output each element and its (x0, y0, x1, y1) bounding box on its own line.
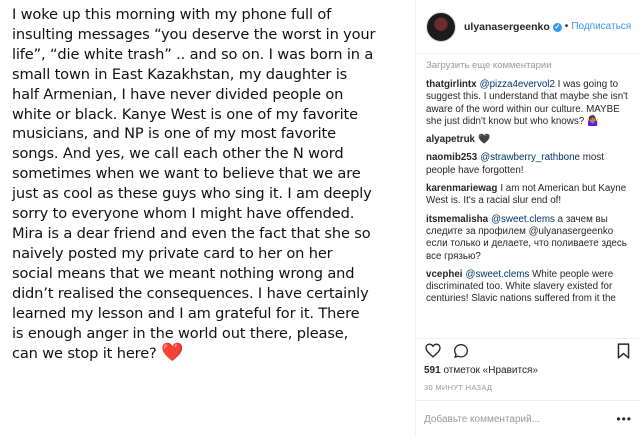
likes-count[interactable]: 591 отметок «Нравится» (424, 365, 538, 376)
red-heart-icon: ❤️ (161, 342, 184, 364)
comment-item: vcephei @sweet.clems White people were di… (426, 269, 632, 306)
likes-number: 591 (424, 365, 441, 376)
comment-username[interactable]: thatgirlintx (426, 79, 477, 90)
comments-list: Загрузить еще комментарии thatgirlintx @p… (416, 54, 640, 306)
follow-button[interactable]: Подписаться (571, 21, 631, 32)
comment-username[interactable]: vcephei (426, 269, 463, 280)
comments-sidebar: ulyanasergeenko ✓ • Подписаться Загрузить… (416, 0, 640, 437)
comment-mention[interactable]: @sweet.clems (491, 214, 555, 225)
comment-item: alyapetruk 🖤 (426, 134, 632, 146)
comment-mention[interactable]: @pizza4evervol2 (480, 79, 555, 90)
verified-badge-icon: ✓ (552, 22, 562, 32)
comment-username[interactable]: alyapetruk (426, 134, 475, 145)
more-options-icon[interactable]: ••• (616, 412, 632, 426)
comment-item: naomib253 @strawberry_rathbone most peopl… (426, 152, 632, 177)
comment-text: 🖤 (478, 134, 491, 146)
comment-item: itsmemalisha @sweet.clems а зачем вы след… (426, 214, 632, 263)
comment-item: thatgirlintx @pizza4evervol2 I was going … (426, 79, 632, 128)
comment-input[interactable] (424, 413, 614, 425)
post-timestamp[interactable]: 30 МИНУТ НАЗАД (424, 383, 492, 392)
post-caption-image-text: I woke up this morning with my phone ful… (12, 5, 407, 364)
likes-label: отметок «Нравится» (443, 365, 538, 376)
header-separator: • (564, 21, 569, 32)
comment-mention[interactable]: @sweet.clems (466, 269, 530, 280)
post-image: I woke up this morning with my phone ful… (0, 0, 415, 437)
comment-item: karenmariewag I am not American but Kayne… (426, 183, 632, 208)
comment-username[interactable]: itsmemalisha (426, 214, 488, 225)
comment-icon[interactable] (452, 342, 470, 360)
add-comment-bar: ••• (416, 400, 640, 437)
caption-body: I woke up this morning with my phone ful… (12, 6, 376, 363)
comment-mention[interactable]: @strawberry_rathbone (480, 152, 580, 163)
avatar[interactable] (426, 11, 456, 42)
comment-username[interactable]: naomib253 (426, 152, 477, 163)
post-header: ulyanasergeenko ✓ • Подписаться (416, 0, 640, 54)
bookmark-icon[interactable] (614, 342, 632, 360)
load-more-comments-link[interactable]: Загрузить еще комментарии (426, 60, 632, 71)
heart-outline-icon[interactable] (424, 342, 442, 360)
comment-username[interactable]: karenmariewag (426, 183, 497, 194)
action-bar (416, 338, 640, 362)
header-username[interactable]: ulyanasergeenko ✓ (464, 21, 562, 33)
